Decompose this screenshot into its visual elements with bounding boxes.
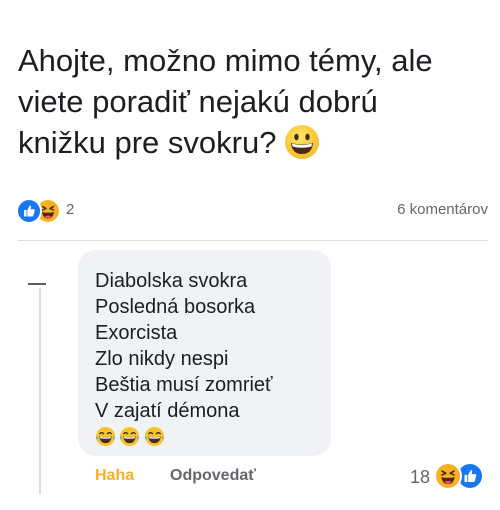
comment-line-5: Beštia musí zomrieť — [95, 374, 273, 396]
post-line-3: knižku pre svokru? — [18, 122, 488, 163]
thread-line — [39, 288, 41, 494]
laughing-tears-icon — [144, 426, 164, 447]
post-line-1: Ahojte, možno mimo témy, ale — [18, 43, 433, 78]
thread-connector — [28, 283, 46, 285]
haha-icon — [436, 464, 460, 488]
comment-line-2: Posledná bosorka — [95, 296, 256, 318]
comment-line-4: Zlo nikdy nespi — [95, 348, 229, 370]
haha-reaction-button[interactable]: Haha — [95, 467, 134, 485]
comment-line-3: Exorcista — [95, 322, 178, 344]
like-icon — [458, 464, 482, 488]
grinning-face-icon — [284, 124, 320, 160]
comment-text: Diabolska svokra Posledná bosorka Exorci… — [95, 268, 273, 424]
comment-reactions[interactable]: 18 — [410, 462, 490, 490]
like-icon — [18, 200, 40, 222]
comments-count-link[interactable]: 6 komentárov — [397, 201, 488, 218]
post-text: Ahojte, možno mimo témy, ale viete porad… — [18, 40, 488, 163]
laughing-tears-icon — [120, 426, 140, 447]
divider — [18, 240, 488, 241]
reactions-bar[interactable]: 2 6 komentárov — [18, 200, 488, 222]
haha-icon — [37, 200, 59, 222]
reaction-count[interactable]: 2 — [66, 201, 74, 218]
reply-button[interactable]: Odpovedať — [170, 467, 256, 485]
post-line-2: viete poradiť nejakú dobrú — [18, 84, 378, 119]
comment-reaction-count[interactable]: 18 — [410, 467, 430, 488]
comment-emojis — [95, 426, 164, 448]
laughing-tears-icon — [95, 426, 116, 447]
comment-line-6: V zajatí démona — [95, 400, 240, 422]
comment-line-1: Diabolska svokra — [95, 270, 248, 292]
